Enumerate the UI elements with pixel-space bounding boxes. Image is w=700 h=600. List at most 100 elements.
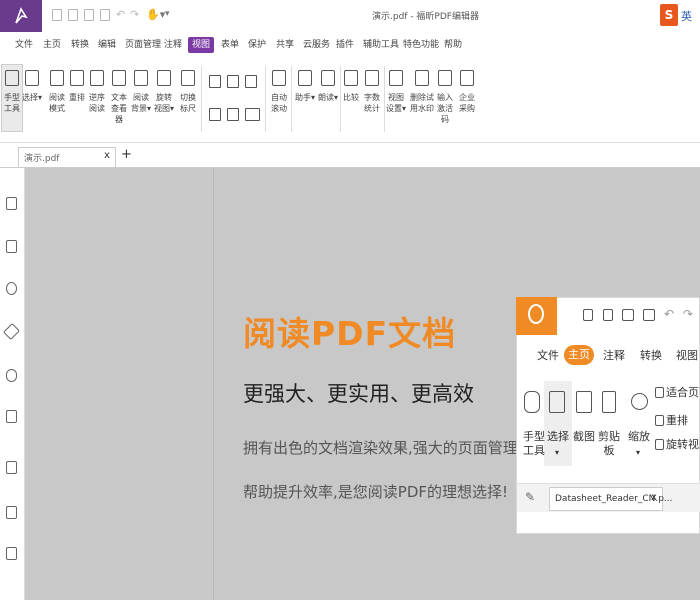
tool-word-count-label: 字数 统计: [364, 93, 380, 113]
menu-form[interactable]: 表单: [221, 37, 239, 53]
menu-protect[interactable]: 保护: [248, 37, 266, 53]
tool-rotate-view[interactable]: 旋转 视图▾: [153, 62, 175, 114]
tool-reflow-label: 重排: [69, 93, 85, 102]
comments-icon[interactable]: [6, 282, 17, 295]
embedded-menu-home: 主页: [564, 345, 594, 365]
embedded-document-icon: [643, 309, 655, 321]
hand-icon: [5, 70, 19, 86]
open-icon[interactable]: [52, 9, 62, 21]
promo-subheading: 更强大、更实用、更高效: [243, 382, 474, 406]
single-page-icon[interactable]: [209, 75, 221, 88]
menu-page-management[interactable]: 页面管理: [125, 37, 161, 53]
tool-enterprise-purchase-label: 企业 采购: [459, 93, 475, 113]
menu-file[interactable]: 文件: [15, 37, 33, 53]
tool-reflow[interactable]: 重排: [66, 62, 88, 103]
tool-remove-watermark-label: 删除试 用水印: [410, 93, 434, 113]
foxit-logo-icon: [528, 304, 544, 324]
menu-accessibility[interactable]: 辅助工具: [363, 37, 399, 53]
menu-view[interactable]: 视图: [188, 37, 215, 53]
hand-quick-icon[interactable]: ✋▾: [146, 8, 165, 21]
print-icon[interactable]: [84, 9, 94, 21]
tool-enterprise-purchase[interactable]: 企业 采购: [456, 62, 478, 114]
embedded-hand-label: 手型 工具: [523, 430, 545, 457]
tool-rotate-view-label: 旋转 视图▾: [153, 93, 174, 113]
tool-hand-label: 手型 工具: [4, 93, 20, 113]
navigation-sidebar: [0, 168, 25, 600]
content-icon[interactable]: [6, 547, 17, 560]
menu-help[interactable]: 帮助: [444, 37, 462, 53]
foxit-logo-icon: [15, 7, 28, 24]
embedded-save-icon: [603, 309, 613, 321]
continuous-facing-icon[interactable]: [209, 108, 221, 121]
promo-description-line2: 帮助提升效率,是您阅读PDF的理想选择!: [243, 483, 509, 501]
embedded-redo-icon: ↷: [683, 307, 694, 321]
embedded-clipboard-label: 剪贴 板: [598, 430, 620, 457]
document-tab-label: 演示.pdf: [24, 154, 60, 164]
reverse-read-icon: [90, 70, 104, 86]
tool-hand[interactable]: 手型 工具: [1, 62, 23, 114]
tool-reverse-read[interactable]: 逆序 阅读: [86, 62, 108, 114]
tool-activation-code[interactable]: 输入 激活码: [434, 62, 456, 125]
toolbar-separator: [265, 66, 266, 132]
tool-read-mode[interactable]: 阅读 模式: [46, 62, 68, 114]
embedded-logo: [516, 297, 557, 335]
cover-page-icon[interactable]: [227, 108, 239, 121]
menu-edit[interactable]: 编辑: [98, 37, 116, 53]
embedded-menu-view: 视图: [676, 349, 698, 362]
form-fields-icon[interactable]: [6, 461, 17, 474]
tool-assistant[interactable]: 助手▾: [294, 62, 316, 103]
menu-features[interactable]: 特色功能: [403, 37, 439, 53]
tool-read-background[interactable]: 阅读 背景▾: [130, 62, 152, 114]
new-tab-icon[interactable]: +: [121, 147, 132, 162]
ime-brand-icon[interactable]: S: [660, 4, 678, 26]
auto-scroll-icon: [272, 70, 286, 86]
text-viewer-icon: [112, 70, 126, 86]
menu-comment[interactable]: 注释: [164, 37, 182, 53]
tool-ruler[interactable]: 切换 标尺: [177, 62, 199, 114]
tool-auto-scroll[interactable]: 自动 滚动: [268, 62, 290, 114]
bookmark-icon[interactable]: [6, 197, 17, 210]
tool-read-aloud[interactable]: 朗读▾: [317, 62, 339, 103]
remove-watermark-icon: [415, 70, 429, 86]
select-text-icon: [25, 70, 39, 86]
signature-icon[interactable]: [6, 506, 17, 519]
menu-share[interactable]: 共享: [276, 37, 294, 53]
tool-assistant-label: 助手▾: [294, 93, 315, 102]
tool-view-settings[interactable]: 视图 设置▾: [385, 62, 407, 114]
attachment-icon[interactable]: [6, 369, 17, 382]
split-view-icon[interactable]: [245, 108, 260, 121]
tool-word-count[interactable]: 字数 统计: [361, 62, 383, 114]
embedded-select-dropdown-icon: ▾: [555, 448, 560, 457]
read-aloud-icon: [321, 70, 335, 86]
close-tab-icon[interactable]: x: [104, 150, 110, 161]
ime-language[interactable]: 英: [681, 8, 692, 24]
redo-icon[interactable]: ↷: [130, 8, 139, 21]
menu-cloud[interactable]: 云服务: [303, 37, 330, 53]
document-icon[interactable]: [100, 9, 110, 21]
tool-remove-watermark[interactable]: 删除试 用水印: [410, 62, 434, 114]
continuous-page-icon[interactable]: [227, 75, 239, 88]
security-lock-icon[interactable]: [6, 410, 17, 423]
customize-quick-access-icon[interactable]: ▾: [165, 9, 170, 19]
menu-convert[interactable]: 转换: [71, 37, 89, 53]
tool-select[interactable]: 选择▾: [21, 62, 43, 103]
save-icon[interactable]: [68, 9, 78, 21]
facing-page-icon[interactable]: [245, 75, 257, 88]
embedded-zoom-dropdown-icon: ▾: [636, 448, 641, 457]
undo-icon[interactable]: ↶: [116, 8, 125, 21]
compare-icon: [344, 70, 358, 86]
embedded-hand-icon: [524, 391, 540, 413]
menu-home[interactable]: 主页: [43, 37, 61, 53]
tool-text-viewer[interactable]: 文本 查看器: [108, 62, 130, 125]
tool-compare[interactable]: 比较: [340, 62, 362, 103]
tool-read-mode-label: 阅读 模式: [49, 93, 65, 113]
menu-plugins[interactable]: 插件: [336, 37, 354, 53]
embedded-undo-icon: ↶: [664, 307, 675, 321]
tool-read-aloud-label: 朗读▾: [317, 93, 338, 102]
reflow-icon: [70, 70, 84, 86]
page-thumbnails-icon[interactable]: [6, 240, 17, 253]
embedded-select-label: 选择: [547, 430, 569, 443]
app-logo[interactable]: [0, 0, 42, 32]
read-mode-icon: [50, 70, 64, 86]
enterprise-purchase-icon: [460, 70, 474, 86]
